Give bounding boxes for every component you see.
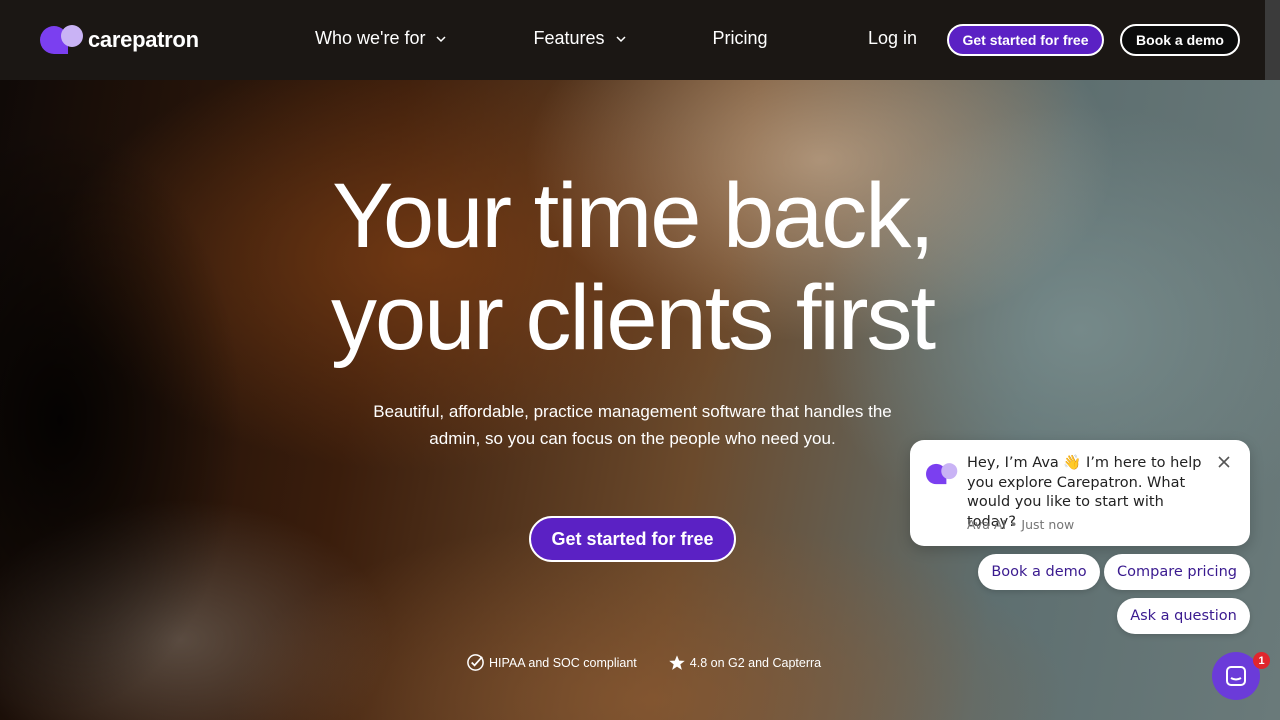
hero-subtext-line2: admin, so you can focus on the people wh… [429, 429, 836, 448]
close-icon[interactable] [1216, 454, 1232, 470]
nav-pricing-label: Pricing [712, 28, 768, 48]
hero-headline-line2: your clients first [330, 267, 936, 369]
star-icon [669, 654, 685, 670]
chevron-down-icon [436, 35, 447, 42]
quick-reply-book-demo[interactable]: Book a demo [978, 554, 1100, 590]
chat-message-meta: Ava AI • Just now [967, 517, 1075, 532]
chat-message-bubble: Hey, I’m Ava 👋 I’m here to help you expl… [910, 440, 1250, 546]
get-started-hero-button[interactable]: Get started for free [529, 516, 736, 562]
logo-text: carepatron [88, 27, 199, 52]
nav-features[interactable]: Features [533, 28, 626, 49]
login-link[interactable]: Log in [868, 28, 917, 49]
top-navbar: carepatron Who we're for Features Pricin… [0, 0, 1265, 80]
hero-headline: Your time back, your clients first [240, 165, 1025, 369]
scrollbar-thumb[interactable] [1265, 0, 1280, 80]
book-demo-nav-button[interactable]: Book a demo [1120, 24, 1240, 56]
notification-badge: 1 [1253, 652, 1270, 669]
quick-reply-ask-question[interactable]: Ask a question [1117, 598, 1250, 634]
hero-subtext-line1: Beautiful, affordable, practice manageme… [373, 402, 892, 421]
scrollbar[interactable] [1265, 0, 1280, 720]
nav-who-were-for[interactable]: Who we're for [315, 28, 447, 49]
nav-pricing[interactable]: Pricing [713, 28, 768, 49]
hero-headline-line1: Your time back, [332, 165, 935, 267]
chat-icon [1226, 666, 1246, 686]
trust-hipaa: HIPAA and SOC compliant [466, 653, 637, 672]
trust-rating: 4.8 on G2 and Capterra [668, 654, 821, 672]
get-started-nav-button[interactable]: Get started for free [947, 24, 1104, 56]
check-badge-icon [467, 654, 484, 671]
nav-features-label: Features [533, 28, 605, 48]
hero-subtext: Beautiful, affordable, practice manageme… [340, 398, 925, 452]
nav-who-were-for-label: Who we're for [315, 28, 426, 48]
quick-reply-compare-pricing[interactable]: Compare pricing [1104, 554, 1250, 590]
ava-avatar-icon [926, 463, 958, 485]
chevron-down-icon [616, 35, 626, 42]
main-nav: Who we're for Features Pricing [315, 28, 768, 49]
trust-hipaa-text: HIPAA and SOC compliant [489, 655, 637, 670]
trust-badges: HIPAA and SOC compliant 4.8 on G2 and Ca… [466, 653, 821, 672]
carepatron-logo-icon [40, 25, 83, 54]
trust-rating-text: 4.8 on G2 and Capterra [689, 655, 822, 670]
logo[interactable]: carepatron [40, 24, 199, 56]
